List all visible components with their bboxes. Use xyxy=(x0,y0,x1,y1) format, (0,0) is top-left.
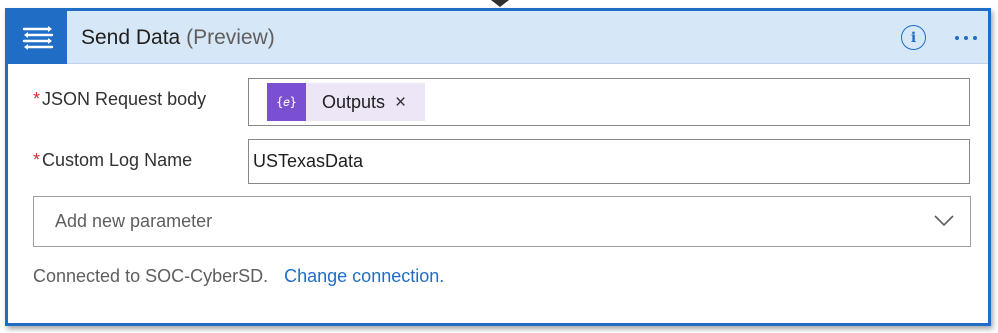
remove-token-icon[interactable]: × xyxy=(395,93,406,112)
data-collector-icon xyxy=(8,11,67,64)
action-card: Send Data (Preview) i * JSON Request body… xyxy=(5,8,991,326)
json-body-input[interactable]: {𝑒} Outputs × xyxy=(248,78,970,126)
json-body-label-text: JSON Request body xyxy=(42,89,207,109)
preview-label: (Preview) xyxy=(186,26,275,49)
add-parameter-dropdown[interactable]: Add new parameter xyxy=(33,196,971,247)
add-parameter-placeholder: Add new parameter xyxy=(55,211,213,231)
token-label: Outputs xyxy=(322,91,386,112)
required-marker: * xyxy=(33,89,41,109)
connector-arrow-icon xyxy=(491,0,509,7)
outputs-token[interactable]: {𝑒} Outputs × xyxy=(267,83,425,121)
connection-status: Connected to SOC-CyberSD. xyxy=(33,266,269,286)
chevron-down-icon xyxy=(934,215,954,227)
info-icon[interactable]: i xyxy=(901,25,926,50)
custom-log-value: USTexasData xyxy=(253,151,364,171)
expression-icon: {𝑒} xyxy=(267,83,306,121)
custom-log-label-text: Custom Log Name xyxy=(42,150,193,170)
required-marker: * xyxy=(33,150,41,170)
action-header[interactable]: Send Data (Preview) i xyxy=(8,11,988,64)
more-options-icon[interactable] xyxy=(952,25,980,50)
custom-log-input[interactable]: USTexasData xyxy=(248,139,970,184)
action-title-text: Send Data xyxy=(81,26,181,49)
change-connection-link[interactable]: Change connection. xyxy=(284,266,444,286)
custom-log-label: * Custom Log Name xyxy=(33,150,192,171)
connection-footer: Connected to SOC-CyberSD. Change connect… xyxy=(33,266,444,287)
action-title: Send Data (Preview) xyxy=(81,11,275,64)
json-body-label: * JSON Request body xyxy=(33,89,206,110)
